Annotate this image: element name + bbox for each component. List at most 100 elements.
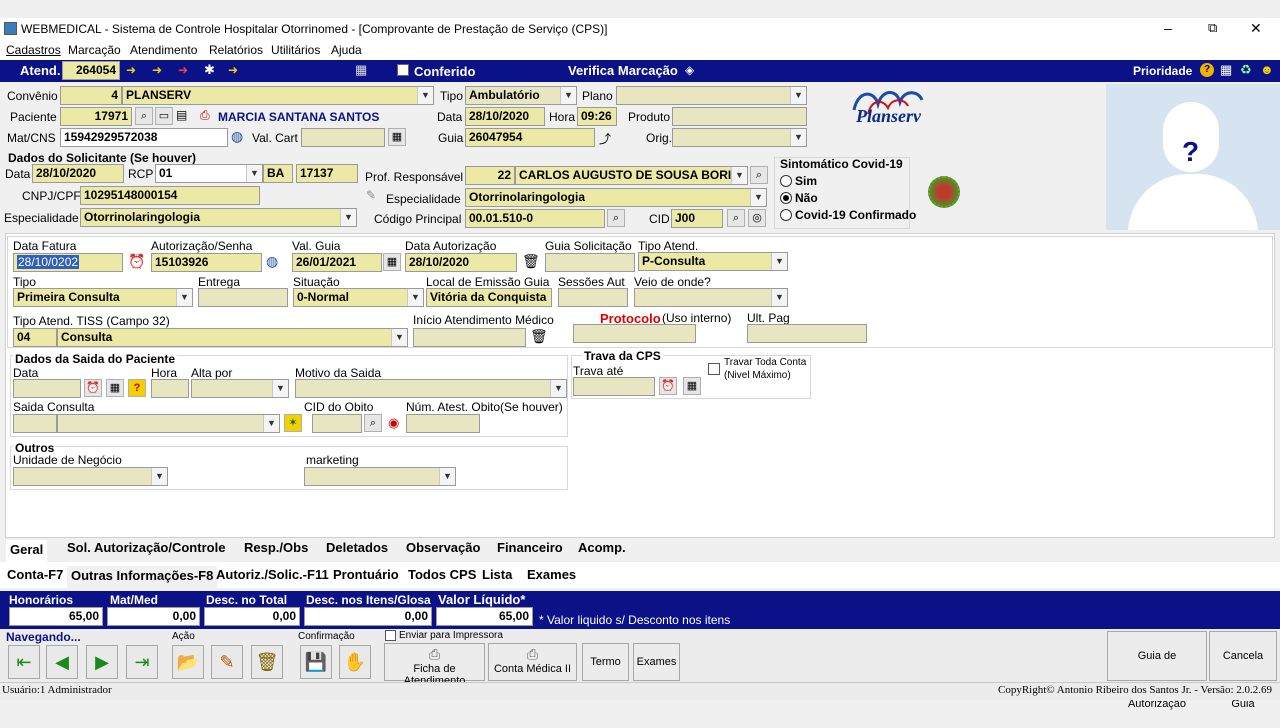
restore-button[interactable]: ⧉: [1208, 20, 1217, 36]
inicio-field[interactable]: [413, 328, 526, 347]
globe-icon[interactable]: ◍: [231, 128, 243, 145]
tab-outras-informacoes[interactable]: Outras Informações-F8: [67, 566, 218, 588]
sol-data-field[interactable]: 28/10/2020: [32, 164, 124, 183]
exames-button[interactable]: Exames: [633, 643, 680, 681]
tab-resp-obs[interactable]: Resp./Obs: [240, 538, 312, 560]
tiss-select[interactable]: Consulta ▼: [57, 328, 408, 347]
guia-autorizacao-button[interactable]: Guia de Autorização: [1107, 631, 1207, 710]
guia-field[interactable]: 26047954: [465, 128, 595, 147]
plano-select[interactable]: ▼: [616, 86, 807, 105]
sol-esp-select[interactable]: Otorrinolaringologia ▼: [80, 208, 357, 227]
marketing-select[interactable]: ▼: [304, 467, 456, 486]
trava-ate-field[interactable]: [573, 377, 655, 396]
nav-first-icon[interactable]: ➜: [126, 63, 136, 77]
inicio-trash-icon[interactable]: 🗑: [530, 328, 548, 345]
ficha-atendimento-button[interactable]: ⎙ Ficha de Atendimento: [384, 643, 485, 687]
edit-button[interactable]: ✎: [211, 645, 243, 679]
conta-medica-button[interactable]: ⎙ Conta Médica II: [488, 643, 577, 681]
card-icon[interactable]: ▤: [176, 108, 187, 122]
cid-lookup-icon[interactable]: ⌕: [727, 209, 745, 227]
prof-esp-select[interactable]: Otorrinolaringologia ▼: [465, 188, 767, 207]
pencil-icon[interactable]: ✎: [366, 188, 376, 202]
prof-select[interactable]: CARLOS AUGUSTO DE SOUSA BORI ▼: [515, 166, 748, 185]
saida-help-icon[interactable]: ?: [128, 379, 146, 397]
menu-atendimento[interactable]: Atendimento: [130, 43, 197, 57]
guia-sol-field[interactable]: [545, 253, 635, 272]
data-field[interactable]: 28/10/2020: [465, 107, 545, 126]
codigo-lookup-icon[interactable]: ⌕: [607, 209, 625, 227]
tab-prontuario[interactable]: Prontuário: [329, 565, 403, 587]
tab-lista[interactable]: Lista: [478, 565, 516, 587]
tab-autoriz-solic[interactable]: Autoriz./Solic.-F11: [212, 565, 333, 587]
conferido-checkbox[interactable]: [397, 64, 409, 76]
aut-globe-icon[interactable]: ◍: [266, 253, 278, 270]
save-button[interactable]: 💾: [300, 645, 332, 679]
cancel-button[interactable]: ✋: [339, 645, 371, 679]
prof-code-field[interactable]: 22: [465, 166, 515, 185]
crm-field[interactable]: 17137: [296, 164, 358, 183]
minimize-button[interactable]: –: [1164, 20, 1172, 36]
menu-relatorios[interactable]: Relatórios: [209, 43, 263, 57]
prev-record-button[interactable]: ◀: [46, 645, 78, 679]
trava-calendar-icon[interactable]: ▦: [683, 377, 701, 395]
guia-lookup-icon[interactable]: ⤴: [599, 130, 611, 147]
cid-extra-icon[interactable]: ◎: [748, 209, 766, 227]
runner-icon[interactable]: ✶: [284, 414, 302, 432]
codigo-field[interactable]: 00.01.510-0: [465, 209, 605, 228]
unidade-select[interactable]: ▼: [13, 467, 168, 486]
tipo-atend-select[interactable]: P-Consulta ▼: [638, 252, 788, 271]
close-button[interactable]: ✕: [1250, 20, 1262, 37]
cnpj-field[interactable]: 10295148000154: [80, 186, 260, 205]
valcart-field[interactable]: [301, 128, 385, 147]
calculator-icon[interactable]: ▦: [355, 62, 367, 78]
data-fatura-field[interactable]: 28/10/0202: [13, 253, 123, 272]
new-folder-button[interactable]: 📂: [172, 645, 204, 679]
tab-exames[interactable]: Exames: [523, 565, 580, 587]
help-icon[interactable]: ?: [1200, 63, 1214, 77]
entrega-field[interactable]: [198, 288, 288, 307]
menu-marcacao[interactable]: Marcação: [68, 43, 121, 57]
orig-select[interactable]: ▼: [672, 128, 807, 147]
delete-button[interactable]: 🗑: [251, 645, 283, 679]
first-record-button[interactable]: ⇤: [8, 645, 40, 679]
local-field[interactable]: Vitória da Conquista: [426, 288, 552, 307]
protocolo-field[interactable]: [573, 324, 696, 343]
produto-field[interactable]: [672, 107, 807, 126]
tiss-code-field[interactable]: 04: [13, 328, 57, 347]
veio-select[interactable]: ▼: [634, 288, 788, 307]
ult-pag-field[interactable]: [747, 324, 867, 343]
refresh-icon[interactable]: ♻: [1240, 62, 1252, 78]
saida-data-field[interactable]: [13, 379, 81, 398]
record-icon[interactable]: ◉: [388, 415, 399, 431]
enviar-impressora-checkbox[interactable]: [385, 630, 396, 641]
saida-hora-field[interactable]: [151, 379, 189, 398]
tab-observacao[interactable]: Observação: [402, 538, 484, 560]
prof-lookup-icon[interactable]: ⌕: [750, 166, 768, 184]
convenio-select[interactable]: PLANSERV ▼: [122, 86, 434, 105]
tipo-consulta-select[interactable]: Primeira Consulta ▼: [13, 288, 193, 307]
hora-field[interactable]: 09:26: [577, 107, 617, 126]
tab-deletados[interactable]: Deletados: [322, 538, 392, 560]
uf-field[interactable]: BA: [263, 164, 293, 183]
verifica-marcacao-button[interactable]: Verifica Marcação: [568, 63, 678, 78]
saida-consulta-code[interactable]: [13, 414, 57, 433]
binoculars-icon[interactable]: ⌕: [135, 107, 153, 125]
termo-button[interactable]: Termo: [582, 643, 629, 681]
tab-todos-cps[interactable]: Todos CPS: [404, 565, 480, 587]
nav-prev-icon[interactable]: ➜: [152, 63, 162, 77]
verifica-icon[interactable]: ◈: [685, 63, 694, 77]
cancela-guia-button[interactable]: Cancela Guia: [1209, 631, 1277, 710]
user-icon[interactable]: ☻: [1260, 62, 1274, 77]
autorizacao-field[interactable]: 15103926: [151, 253, 262, 272]
next-record-button[interactable]: ▶: [86, 645, 118, 679]
menu-ajuda[interactable]: Ajuda: [331, 43, 362, 57]
data-aut-field[interactable]: 28/10/2020: [405, 253, 517, 272]
matcns-field[interactable]: 15942929572038: [60, 128, 228, 147]
menu-utilitarios[interactable]: Utilitários: [271, 43, 320, 57]
rcp-select[interactable]: 01 ▼: [155, 164, 263, 183]
sessoes-field[interactable]: [558, 288, 628, 307]
val-guia-calendar-icon[interactable]: ▦: [383, 253, 401, 271]
situacao-select[interactable]: 0-Normal ▼: [293, 288, 424, 307]
tab-conta[interactable]: Conta-F7: [3, 565, 67, 587]
calendar-small-icon[interactable]: ▦: [388, 128, 406, 146]
